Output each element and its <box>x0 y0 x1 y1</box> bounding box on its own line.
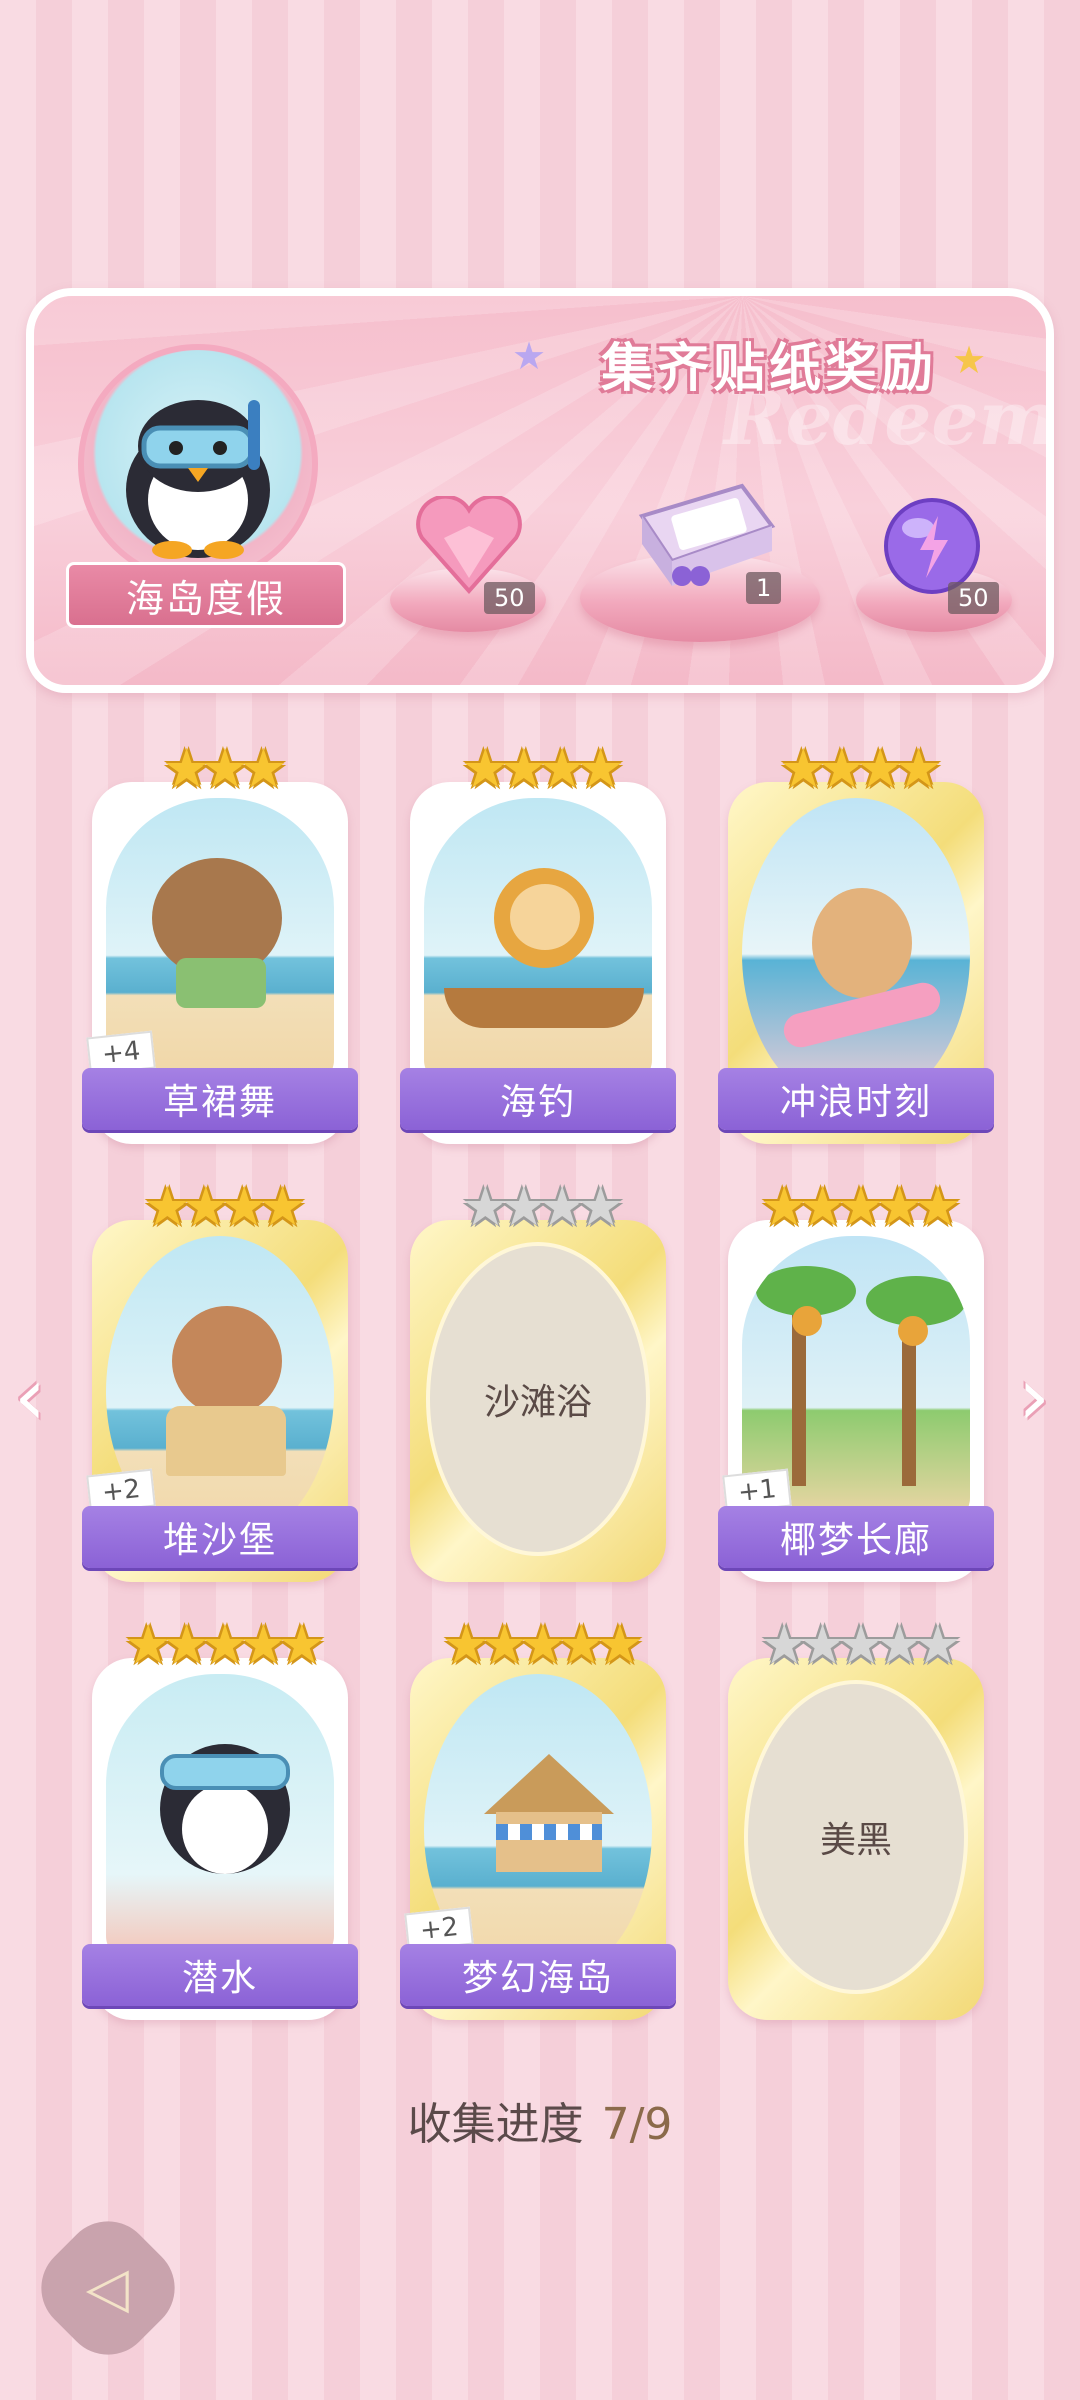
penguin-icon <box>126 400 270 559</box>
sticker-card[interactable]: ★★★★★ 潜水 <box>82 1618 358 2020</box>
star-rating: ★★★★ <box>779 737 943 800</box>
progress-label: 收集进度 <box>407 2099 584 2150</box>
sticker-title: 海钓 <box>400 1068 676 1130</box>
sticker-card[interactable]: ★★★★★ +2 梦幻海岛 <box>400 1618 676 2020</box>
star-rating: ★★★★ <box>143 1175 307 1238</box>
reward-count: 50 <box>948 582 999 614</box>
star-rating: ★★★★ <box>461 737 625 800</box>
next-page-arrow-icon[interactable]: › <box>1018 1350 1050 1443</box>
badge-label: 海岛度假 <box>66 562 346 628</box>
back-button[interactable]: ◁ <box>23 2203 193 2373</box>
sticker-card[interactable]: ★★★★ 冲浪时刻 <box>718 742 994 1144</box>
sticker-card[interactable]: ★★★ +4 草裙舞 <box>82 742 358 1144</box>
banner-title: 集齐贴纸奖励 <box>600 338 937 399</box>
banner-title-wrap: 集齐贴纸奖励 <box>554 318 984 408</box>
sticker-title: 冲浪时刻 <box>718 1068 994 1130</box>
sticker-title: 潜水 <box>82 1944 358 2006</box>
sticker-card-locked[interactable]: ★★★★★ 美黑 <box>728 1618 984 2020</box>
star-rating: ★★★★★ <box>759 1613 962 1676</box>
sticker-art <box>424 798 652 1084</box>
reward-count: 50 <box>484 582 535 614</box>
collection-progress: 收集进度 7/9 <box>0 2088 1080 2152</box>
star-rating: ★★★ <box>162 737 287 800</box>
sticker-card[interactable]: ★★★★★ +1 椰梦长廊 <box>718 1180 994 1582</box>
sticker-art <box>742 798 970 1110</box>
sticker-title: 堆沙堡 <box>82 1506 358 1568</box>
sticker-title: 沙滩浴 <box>483 1382 592 1423</box>
star-rating: ★★★★ <box>461 1175 625 1238</box>
sticker-art <box>106 1674 334 1960</box>
penguin-badge[interactable] <box>78 344 318 584</box>
star-rating: ★★★★★ <box>123 1613 326 1676</box>
locked-sticker-slot: 沙滩浴 <box>426 1242 650 1556</box>
sticker-card[interactable]: ★★★★ +2 堆沙堡 <box>82 1180 358 1582</box>
sticker-card[interactable]: ★★★★ 海钓 <box>400 742 676 1144</box>
pink-heart-gem-icon[interactable] <box>414 496 524 596</box>
star-rating: ★★★★★ <box>441 1613 644 1676</box>
prev-page-arrow-icon[interactable]: ‹ <box>14 1350 46 1443</box>
sticker-title: 美黑 <box>819 1820 892 1861</box>
back-arrow-icon: ◁ <box>86 2255 130 2321</box>
sticker-title: 草裙舞 <box>82 1068 358 1130</box>
sticker-reward-banner: Redeem ★ ★ 集齐贴纸奖励 海岛度假 50 1 50 <box>26 288 1054 693</box>
sticker-title: 椰梦长廊 <box>718 1506 994 1568</box>
locked-sticker-slot: 美黑 <box>744 1680 968 1994</box>
progress-value: 7/9 <box>601 2099 673 2150</box>
sticker-card-locked[interactable]: ★★★★ 沙滩浴 <box>410 1180 666 1582</box>
purple-star-icon: ★ <box>512 334 547 378</box>
star-rating: ★★★★★ <box>759 1175 962 1238</box>
reward-count: 1 <box>746 572 782 604</box>
sticker-title: 梦幻海岛 <box>400 1944 676 2006</box>
